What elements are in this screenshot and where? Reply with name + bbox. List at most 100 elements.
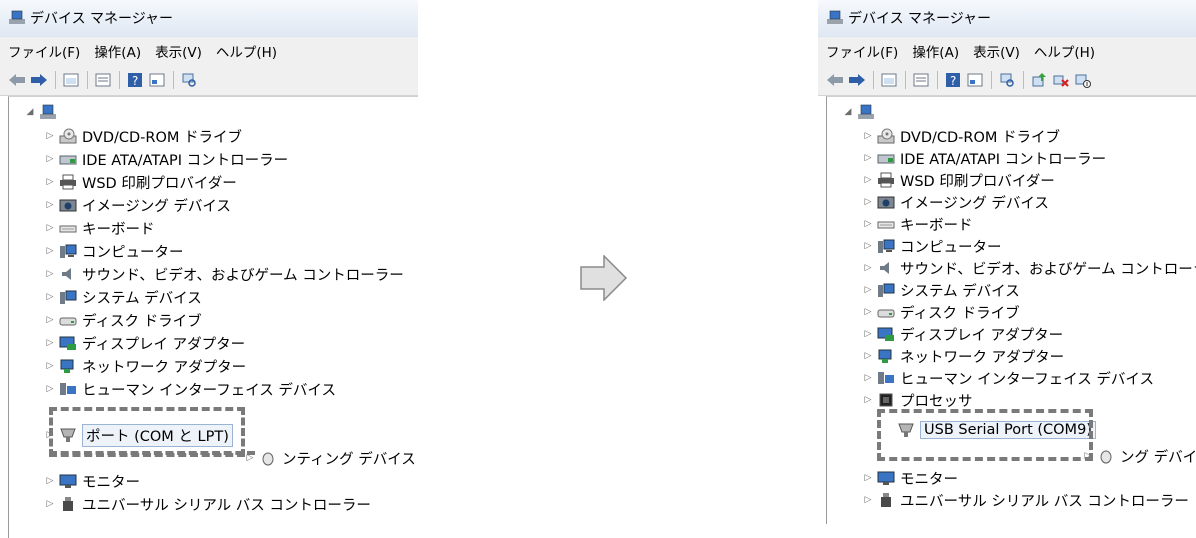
network-adapter-icon <box>877 348 895 364</box>
menu-file[interactable]: ファイル(F) <box>826 41 898 61</box>
tree-item[interactable]: ▷ IDE ATA/ATAPI コントローラー <box>863 147 1107 169</box>
expand-icon[interactable]: ▷ <box>863 307 873 317</box>
back-icon[interactable] <box>826 71 844 89</box>
svg-text:?: ? <box>950 74 956 88</box>
expand-icon[interactable]: ▷ <box>863 285 873 295</box>
uninstall-icon[interactable] <box>1052 71 1070 89</box>
collapse-icon[interactable]: ◢ <box>843 107 853 117</box>
tree-item[interactable]: ▷ DVD/CD-ROM ドライブ <box>45 125 242 147</box>
expand-icon[interactable]: ▷ <box>45 200 55 210</box>
menu-view[interactable]: 表示(V) <box>155 41 202 61</box>
forward-icon[interactable] <box>30 71 48 89</box>
tree-item[interactable]: ▷ IDE ATA/ATAPI コントローラー <box>45 148 289 170</box>
tree-item-label: ネットワーク アダプター <box>82 359 247 376</box>
tree-item-label: ユニバーサル シリアル バス コントローラー <box>900 493 1189 510</box>
tree-item[interactable]: ▷ ネットワーク アダプター <box>863 345 1064 367</box>
expand-icon[interactable]: ▷ <box>45 292 55 302</box>
tree-item[interactable]: ▷ ディスプレイ アダプター <box>863 323 1063 345</box>
toolbar-separator <box>873 71 874 89</box>
tree-item-label: ング デバイス <box>1120 449 1196 466</box>
tree-item[interactable]: ▷ ンティング デバイス <box>245 447 416 469</box>
forward-icon[interactable] <box>848 71 866 89</box>
tree-item[interactable]: ▷ モニター <box>863 467 958 489</box>
expand-icon[interactable]: ▷ <box>45 246 55 256</box>
menu-action[interactable]: 操作(A) <box>912 41 959 61</box>
tree-item[interactable]: ▷ サウンド、ビデオ、およびゲーム コントローラー <box>863 257 1196 279</box>
tree-item-label: ディスク ドライブ <box>900 305 1020 322</box>
view-icon[interactable] <box>94 71 112 89</box>
scan-hardware-icon[interactable] <box>180 71 198 89</box>
expand-icon[interactable]: ▷ <box>863 373 873 383</box>
tree-item[interactable]: ▷ DVD/CD-ROM ドライブ <box>863 125 1060 147</box>
menu-file[interactable]: ファイル(F) <box>8 41 80 61</box>
expand-icon[interactable]: ▷ <box>45 315 55 325</box>
view-icon[interactable] <box>912 71 930 89</box>
tree-item[interactable]: ▷ WSD 印刷プロバイダー <box>45 171 237 193</box>
tree-item[interactable]: ▷ コンピューター <box>45 240 184 262</box>
expand-icon[interactable]: ▷ <box>863 219 873 229</box>
driver-icon[interactable] <box>148 71 166 89</box>
back-icon[interactable] <box>8 71 26 89</box>
expand-icon[interactable]: ▷ <box>863 473 873 483</box>
tree-item[interactable]: ▷ イメージング デバイス <box>863 191 1049 213</box>
tree-item[interactable]: ▷ ディスプレイ アダプター <box>45 332 245 354</box>
help-icon[interactable]: ? <box>126 71 144 89</box>
expand-icon[interactable]: ▷ <box>863 197 873 207</box>
expand-icon[interactable]: ▷ <box>863 329 873 339</box>
expand-icon[interactable]: ▷ <box>863 131 873 141</box>
collapse-icon[interactable]: ◢ <box>25 107 35 117</box>
tree-item[interactable]: ▷ キーボード <box>45 217 155 239</box>
expand-icon[interactable]: ▷ <box>45 177 55 187</box>
tree-item[interactable]: ▷ ユニバーサル シリアル バス コントローラー <box>863 489 1189 511</box>
expand-icon[interactable]: ▷ <box>863 175 873 185</box>
tree-item[interactable]: ▷ サウンド、ビデオ、およびゲーム コントローラー <box>45 263 404 285</box>
expand-icon[interactable]: ▷ <box>45 223 55 233</box>
ide-controller-icon <box>59 151 77 167</box>
expand-icon[interactable]: ▷ <box>45 338 55 348</box>
menu-help[interactable]: ヘルプ(H) <box>216 41 277 61</box>
scan-hardware-icon[interactable] <box>998 71 1016 89</box>
expand-icon[interactable]: ▷ <box>45 269 55 279</box>
tree-item[interactable]: ▷ ヒューマン インターフェイス デバイス <box>45 378 336 400</box>
tree-item[interactable]: ▷ ユニバーサル シリアル バス コントローラー <box>45 493 371 515</box>
tree-item[interactable]: ▷ WSD 印刷プロバイダー <box>863 169 1055 191</box>
tree-item[interactable]: ▷ ネットワーク アダプター <box>45 355 246 377</box>
expand-icon[interactable]: ▷ <box>45 499 55 509</box>
properties-icon[interactable] <box>880 71 898 89</box>
expand-icon[interactable]: ▷ <box>863 395 873 405</box>
menu-action[interactable]: 操作(A) <box>94 41 141 61</box>
tree-item[interactable]: ▷ ヒューマン インターフェイス デバイス <box>863 367 1154 389</box>
properties-icon[interactable] <box>62 71 80 89</box>
expand-icon[interactable]: ▷ <box>863 495 873 505</box>
tree-root[interactable]: ◢ <box>25 101 62 123</box>
expand-icon[interactable]: ▷ <box>45 476 55 486</box>
tree-item[interactable]: ▷ キーボード <box>863 213 973 235</box>
expand-icon[interactable]: ▷ <box>863 263 873 273</box>
expand-icon[interactable]: ▷ <box>863 241 873 251</box>
tree-item[interactable]: ▷ モニター <box>45 470 140 492</box>
tree-root[interactable]: ◢ <box>843 101 880 123</box>
expand-icon[interactable]: ▷ <box>45 131 55 141</box>
tree-item[interactable]: ▷ プロセッサ <box>863 389 973 411</box>
driver-icon[interactable] <box>966 71 984 89</box>
expand-icon[interactable]: ▷ <box>863 153 873 163</box>
expand-icon[interactable]: ▷ <box>863 351 873 361</box>
tree-item[interactable]: ▷ システム デバイス <box>45 286 202 308</box>
tree-item[interactable]: ▷ イメージング デバイス <box>45 194 231 216</box>
menu-view[interactable]: 表示(V) <box>973 41 1020 61</box>
tree-item-label: WSD 印刷プロバイダー <box>82 175 237 192</box>
expand-icon[interactable]: ▷ <box>45 154 55 164</box>
menu-help[interactable]: ヘルプ(H) <box>1034 41 1095 61</box>
expand-icon[interactable]: ▷ <box>45 361 55 371</box>
tree-item[interactable]: ▷ システム デバイス <box>863 279 1020 301</box>
highlight-box <box>49 407 245 457</box>
expand-icon[interactable]: ▷ <box>45 384 55 394</box>
help-icon[interactable]: ? <box>944 71 962 89</box>
disable-device-icon[interactable] <box>1074 71 1092 89</box>
tree-item[interactable]: ▷ コンピューター <box>863 235 1002 257</box>
tree-item[interactable]: ▷ ディスク ドライブ <box>45 309 202 331</box>
tree-item[interactable]: ▷ング デバイス <box>1083 445 1196 467</box>
update-driver-icon[interactable] <box>1030 71 1048 89</box>
printer-icon <box>59 174 77 190</box>
tree-item[interactable]: ▷ ディスク ドライブ <box>863 301 1020 323</box>
